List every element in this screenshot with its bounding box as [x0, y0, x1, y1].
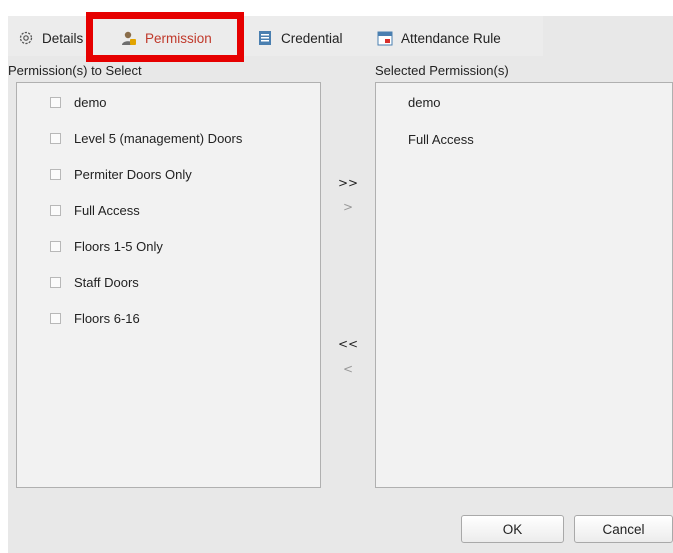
available-permissions-label: Permission(s) to Select [8, 63, 142, 78]
permission-item-label: Floors 1-5 Only [74, 239, 163, 254]
selected-permissions-list[interactable]: demo Full Access [375, 82, 673, 488]
permission-item-label: Level 5 (management) Doors [74, 131, 243, 146]
permission-checkbox[interactable] [50, 133, 61, 144]
permission-item-label: Full Access [74, 203, 140, 218]
tab-details-label: Details [42, 30, 84, 46]
permission-item-label: Floors 6-16 [74, 311, 140, 326]
remove-all-button[interactable]: << [321, 337, 375, 351]
tab-bar: Details Permission Credential Attendance… [8, 12, 543, 62]
add-button[interactable]: > [321, 200, 375, 214]
available-permission-item[interactable]: Permiter Doors Only [50, 167, 192, 182]
available-permission-item[interactable]: Full Access [50, 203, 140, 218]
permission-item-label: Permiter Doors Only [74, 167, 192, 182]
add-all-button[interactable]: >> [321, 176, 375, 190]
permission-checkbox[interactable] [50, 169, 61, 180]
user-lock-icon [121, 30, 137, 46]
permission-item-label: demo [74, 95, 107, 110]
tab-credential[interactable]: Credential [257, 26, 343, 50]
selected-permission-item[interactable]: Full Access [408, 132, 474, 147]
tab-attendance-rule-label: Attendance Rule [401, 30, 501, 46]
selected-permissions-label: Selected Permission(s) [375, 63, 509, 78]
tab-permission[interactable]: Permission [121, 26, 212, 50]
available-permissions-list[interactable]: demo Level 5 (management) Doors Permiter D… [16, 82, 321, 488]
permission-checkbox[interactable] [50, 313, 61, 324]
remove-button[interactable]: < [321, 362, 375, 376]
ok-button[interactable]: OK [461, 515, 564, 543]
available-permission-item[interactable]: Floors 6-16 [50, 311, 140, 326]
permission-checkbox[interactable] [50, 241, 61, 252]
tab-credential-label: Credential [281, 30, 343, 46]
permission-checkbox[interactable] [50, 205, 61, 216]
selected-permission-item[interactable]: demo [408, 95, 441, 110]
transfer-controls: >> > << < [321, 82, 375, 488]
cancel-button[interactable]: Cancel [574, 515, 673, 543]
credential-card-icon [257, 30, 273, 46]
permission-item-label: Staff Doors [74, 275, 139, 290]
available-permission-item[interactable]: Level 5 (management) Doors [50, 131, 242, 146]
permission-checkbox[interactable] [50, 97, 61, 108]
tab-attendance-rule[interactable]: Attendance Rule [377, 26, 501, 50]
permission-checkbox[interactable] [50, 277, 61, 288]
available-permission-item[interactable]: demo [50, 95, 107, 110]
gear-icon [18, 30, 34, 46]
available-permission-item[interactable]: Floors 1-5 Only [50, 239, 163, 254]
tab-permission-label: Permission [145, 30, 212, 46]
calendar-icon [377, 30, 393, 46]
permission-dialog: Details Permission Credential Attendance… [8, 12, 673, 553]
available-permission-item[interactable]: Staff Doors [50, 275, 139, 290]
tab-details[interactable]: Details [18, 26, 83, 50]
